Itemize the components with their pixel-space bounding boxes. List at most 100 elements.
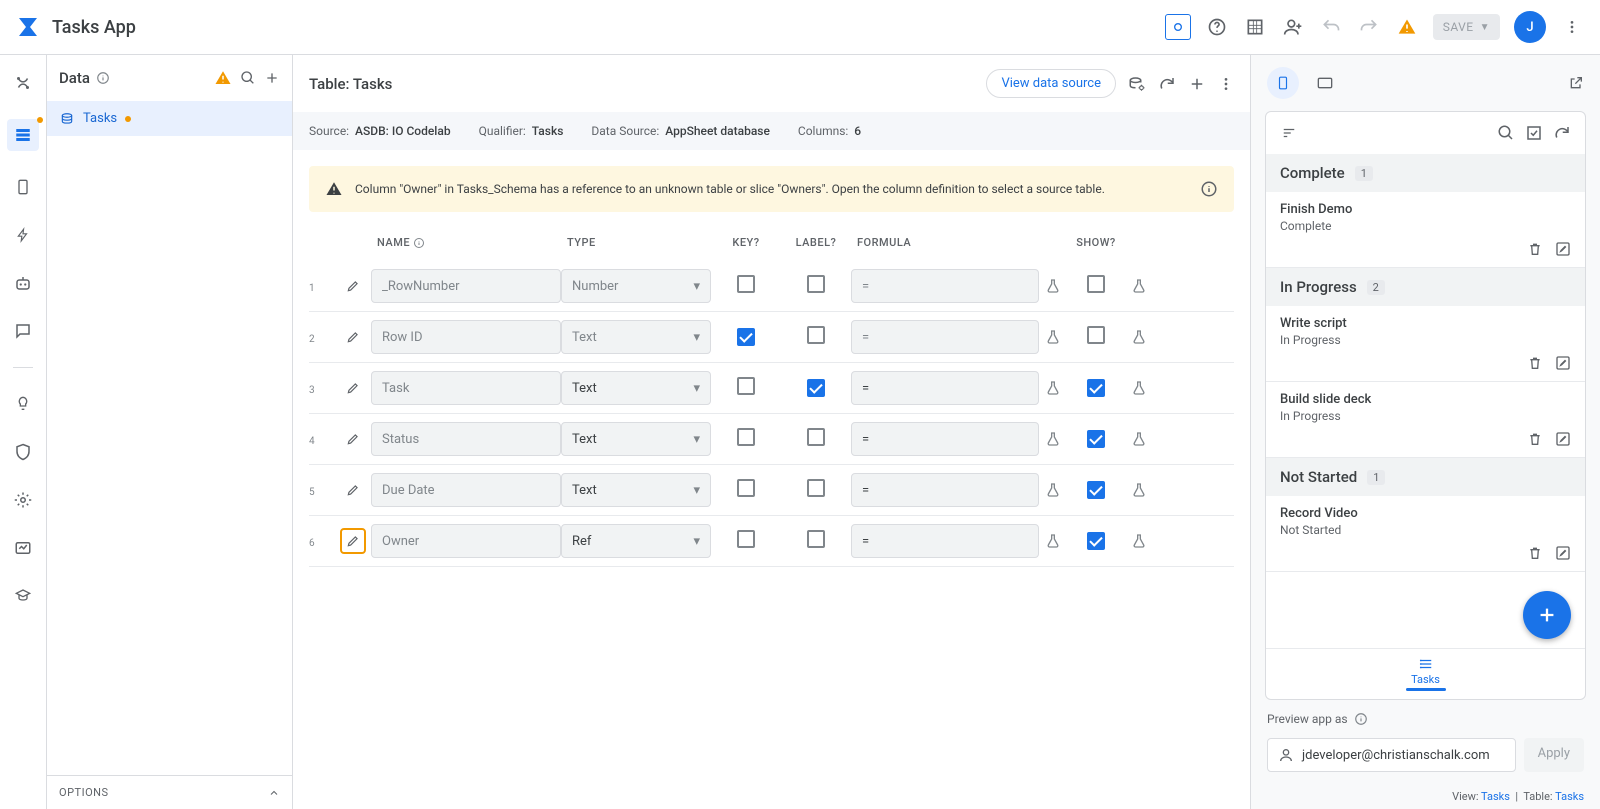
column-name-field[interactable]: _RowNumber xyxy=(371,269,561,303)
bounding-box-icon[interactable] xyxy=(1165,14,1191,40)
task-card[interactable]: Build slide deckIn Progress xyxy=(1266,382,1585,458)
column-type-select[interactable]: Number▾ xyxy=(561,269,711,303)
add-user-icon[interactable] xyxy=(1281,15,1305,39)
open-external-icon[interactable] xyxy=(1568,75,1584,91)
search-icon[interactable] xyxy=(1497,124,1515,142)
device-mobile-icon[interactable] xyxy=(1267,67,1299,99)
view-data-source-button[interactable]: View data source xyxy=(986,69,1116,98)
nav-views-icon[interactable] xyxy=(11,175,35,199)
column-name-field[interactable]: Owner xyxy=(371,524,561,558)
formula-field[interactable]: = xyxy=(851,524,1039,558)
group-header[interactable]: In Progress2 xyxy=(1266,268,1585,306)
edit-icon[interactable] xyxy=(1555,431,1571,447)
formula-field[interactable]: = xyxy=(851,422,1039,456)
column-type-select[interactable]: Text▾ xyxy=(561,422,711,456)
key-checkbox[interactable] xyxy=(737,377,755,395)
key-checkbox[interactable] xyxy=(737,530,755,548)
options-toggle[interactable]: OPTIONS xyxy=(47,775,292,809)
task-card[interactable]: Record VideoNot Started xyxy=(1266,496,1585,572)
nav-security-icon[interactable] xyxy=(11,440,35,464)
column-type-select[interactable]: Ref▾ xyxy=(561,524,711,558)
edit-column-button[interactable] xyxy=(340,273,366,299)
footer-view-link[interactable]: Tasks xyxy=(1481,790,1510,803)
beaker-icon[interactable] xyxy=(1131,481,1161,499)
show-checkbox[interactable] xyxy=(1087,326,1105,344)
device-tablet-icon[interactable] xyxy=(1315,75,1335,91)
nav-monitor-icon[interactable] xyxy=(11,536,35,560)
column-name-field[interactable]: Status xyxy=(371,422,561,456)
beaker-icon[interactable] xyxy=(1131,277,1161,295)
undo-icon[interactable] xyxy=(1319,15,1343,39)
nav-chat-icon[interactable] xyxy=(11,319,35,343)
formula-field[interactable]: = xyxy=(851,320,1039,354)
refresh-icon[interactable] xyxy=(1158,75,1176,93)
beaker-icon[interactable] xyxy=(1045,532,1061,550)
grid-icon[interactable] xyxy=(1243,15,1267,39)
nav-home-icon[interactable] xyxy=(11,71,35,95)
nav-learn-icon[interactable] xyxy=(11,584,35,608)
key-checkbox[interactable] xyxy=(737,428,755,446)
task-card[interactable]: Finish DemoComplete xyxy=(1266,192,1585,268)
table-item-tasks[interactable]: Tasks xyxy=(47,101,292,136)
formula-field[interactable]: = xyxy=(851,473,1039,507)
show-checkbox[interactable] xyxy=(1087,379,1105,397)
label-checkbox[interactable] xyxy=(807,428,825,446)
search-icon[interactable] xyxy=(240,70,256,86)
settings-small-icon[interactable] xyxy=(1128,75,1146,93)
beaker-icon[interactable] xyxy=(1045,379,1061,397)
show-checkbox[interactable] xyxy=(1087,532,1105,550)
show-checkbox[interactable] xyxy=(1087,430,1105,448)
edit-icon[interactable] xyxy=(1555,545,1571,561)
delete-icon[interactable] xyxy=(1527,545,1543,561)
formula-field[interactable]: = xyxy=(851,269,1039,303)
sort-icon[interactable] xyxy=(1280,126,1298,140)
select-icon[interactable] xyxy=(1525,124,1543,142)
edit-column-button[interactable] xyxy=(340,324,366,350)
edit-icon[interactable] xyxy=(1555,241,1571,257)
edit-column-button[interactable] xyxy=(340,375,366,401)
bottom-tab-tasks[interactable]: Tasks xyxy=(1266,648,1585,699)
label-checkbox[interactable] xyxy=(807,326,825,344)
formula-field[interactable]: = xyxy=(851,371,1039,405)
beaker-icon[interactable] xyxy=(1131,328,1161,346)
delete-icon[interactable] xyxy=(1527,241,1543,257)
beaker-icon[interactable] xyxy=(1131,379,1161,397)
edit-column-button[interactable] xyxy=(340,426,366,452)
beaker-icon[interactable] xyxy=(1131,532,1161,550)
redo-icon[interactable] xyxy=(1357,15,1381,39)
column-name-field[interactable]: Task xyxy=(371,371,561,405)
fab-add-button[interactable] xyxy=(1523,591,1571,639)
nav-data-icon[interactable] xyxy=(7,119,39,151)
refresh-icon[interactable] xyxy=(1553,124,1571,142)
nav-actions-icon[interactable] xyxy=(11,223,35,247)
edit-column-button[interactable] xyxy=(340,477,366,503)
show-checkbox[interactable] xyxy=(1087,275,1105,293)
nav-automation-icon[interactable] xyxy=(11,271,35,295)
nav-settings-icon[interactable] xyxy=(11,488,35,512)
column-name-field[interactable]: Row ID xyxy=(371,320,561,354)
preview-email-input[interactable]: jdeveloper@christianschalk.com xyxy=(1267,738,1516,772)
more-vert-icon[interactable] xyxy=(1218,76,1234,92)
beaker-icon[interactable] xyxy=(1131,430,1161,448)
beaker-icon[interactable] xyxy=(1045,328,1061,346)
edit-column-button[interactable] xyxy=(340,528,366,554)
more-icon[interactable] xyxy=(1560,15,1584,39)
show-checkbox[interactable] xyxy=(1087,481,1105,499)
beaker-icon[interactable] xyxy=(1045,277,1061,295)
add-icon[interactable] xyxy=(264,70,280,86)
label-checkbox[interactable] xyxy=(807,379,825,397)
group-header[interactable]: Complete1 xyxy=(1266,154,1585,192)
label-checkbox[interactable] xyxy=(807,530,825,548)
label-checkbox[interactable] xyxy=(807,479,825,497)
panel-warning-icon[interactable] xyxy=(214,69,232,87)
key-checkbox[interactable] xyxy=(737,275,755,293)
edit-icon[interactable] xyxy=(1555,355,1571,371)
user-avatar[interactable]: J xyxy=(1514,11,1546,43)
warning-icon[interactable] xyxy=(1395,15,1419,39)
label-checkbox[interactable] xyxy=(807,275,825,293)
column-name-field[interactable]: Due Date xyxy=(371,473,561,507)
group-header[interactable]: Not Started1 xyxy=(1266,458,1585,496)
beaker-icon[interactable] xyxy=(1045,481,1061,499)
column-type-select[interactable]: Text▾ xyxy=(561,320,711,354)
column-type-select[interactable]: Text▾ xyxy=(561,473,711,507)
